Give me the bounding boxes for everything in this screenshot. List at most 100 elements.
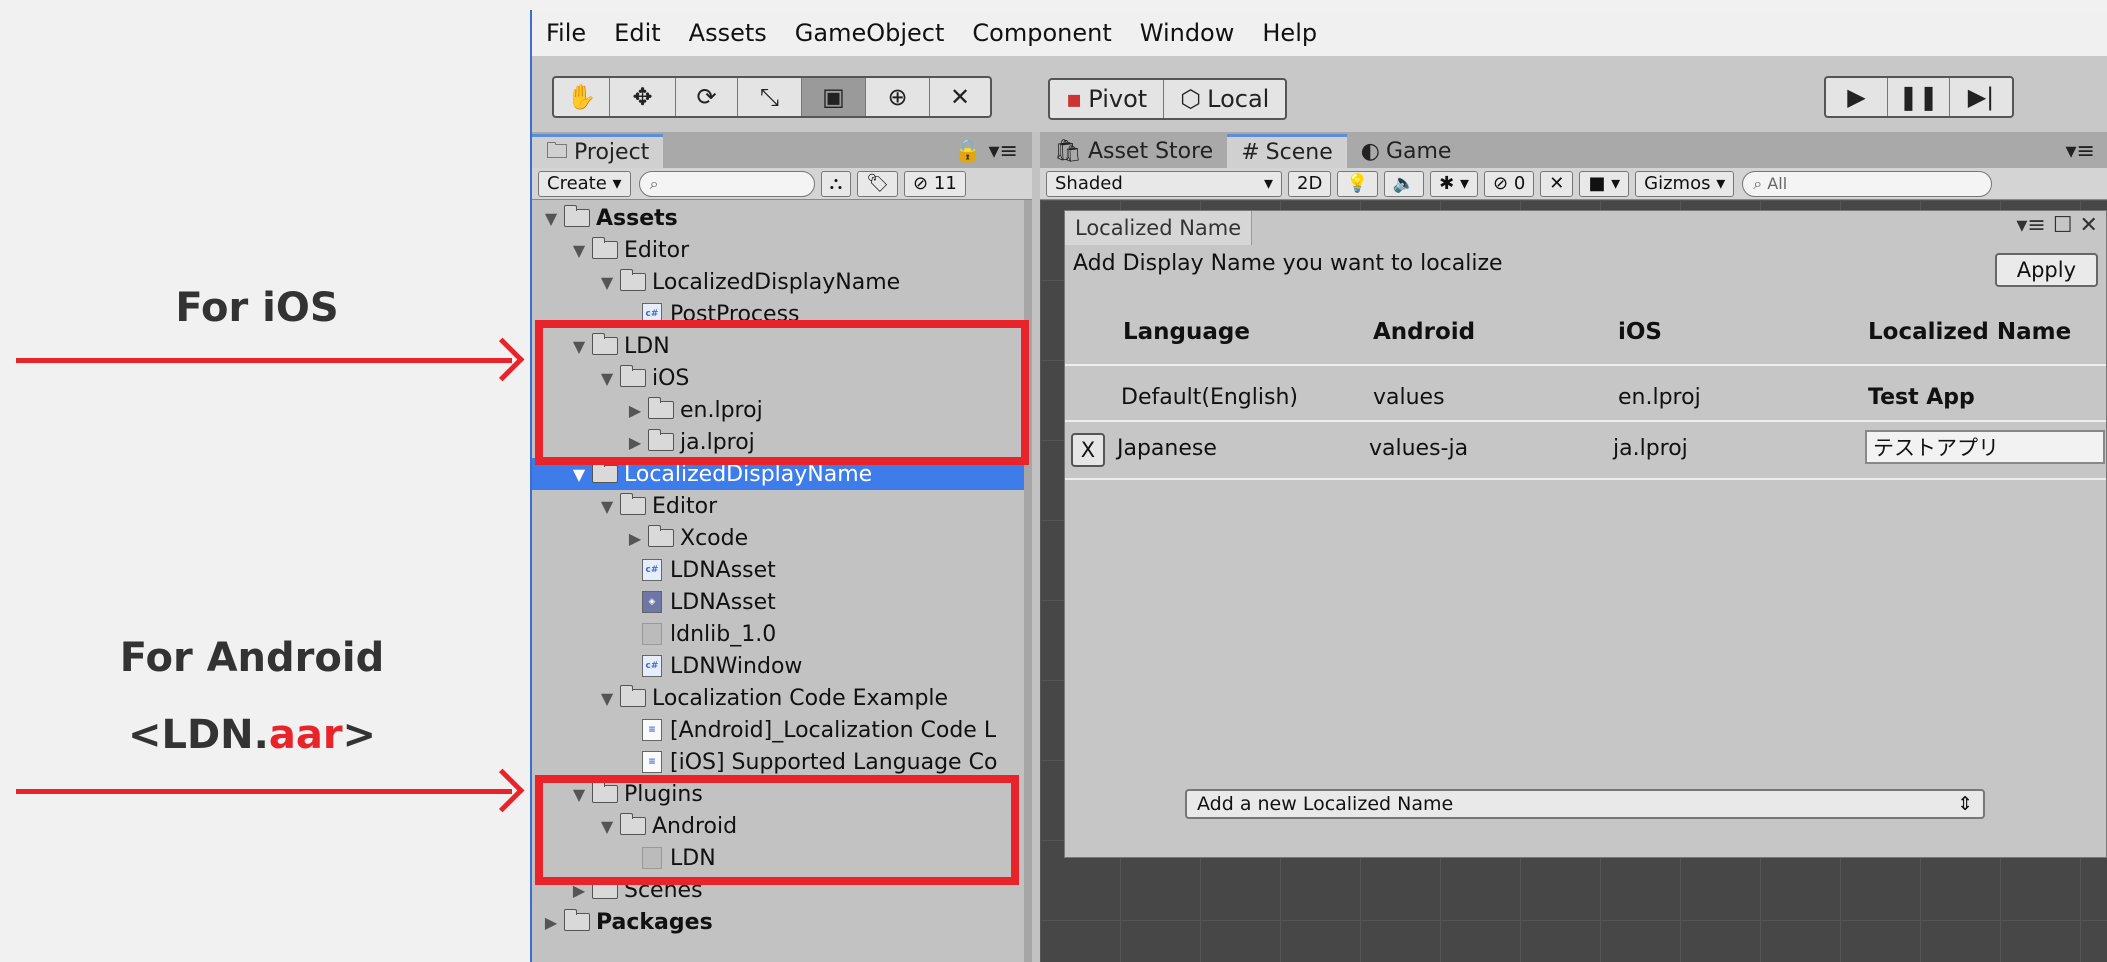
tree-row-localization-code-example[interactable]: ▼ Localization Code Example (532, 682, 1024, 714)
filter-type-icon[interactable]: ⛬ (820, 170, 852, 197)
tree-label: [iOS] Supported Language Co (670, 749, 998, 775)
localized-name-input[interactable]: テストアプリ (1865, 430, 2105, 464)
tree-label: Editor (652, 493, 718, 519)
collapse-arrow-icon[interactable]: ▶ (542, 913, 560, 932)
menu-assets[interactable]: Assets (689, 19, 767, 47)
add-localized-name-dropdown[interactable]: Add a new Localized Name ⇕ (1185, 789, 1985, 819)
menu-window[interactable]: Window (1140, 19, 1235, 47)
tab-game[interactable]: ◐ Game (1347, 134, 1466, 168)
expand-arrow-icon[interactable]: ▼ (570, 241, 588, 260)
tree-row-android-localization-code[interactable]: ≡ [Android]_Localization Code L (532, 714, 1024, 746)
shading-mode-dropdown[interactable]: Shaded ▾ (1046, 170, 1282, 197)
tree-row-packages[interactable]: ▶ Packages (532, 906, 1024, 938)
hand-icon[interactable]: ✋ (554, 78, 610, 116)
menu-component[interactable]: Component (972, 19, 1111, 47)
tree-row-ldnwindow[interactable]: c# LDNWindow (532, 650, 1024, 682)
header-divider (1065, 364, 2106, 366)
folder-icon (592, 237, 618, 259)
rotate-icon[interactable]: ⟳ (676, 78, 738, 116)
row-1-android: values-ja (1369, 436, 1469, 461)
window-controls-icon[interactable]: ▾≡ ☐ ✕ (2016, 213, 2098, 238)
expand-arrow-icon[interactable]: ▼ (598, 689, 616, 708)
tree-row-ldnlib[interactable]: ldnlib_1.0 (532, 618, 1024, 650)
pause-icon[interactable]: ❚❚ (1888, 78, 1950, 116)
local-icon: ⬡ (1180, 85, 1202, 113)
folder-icon (564, 205, 590, 227)
tree-row-editor[interactable]: ▼ Editor (532, 234, 1024, 266)
add-dropdown-label: Add a new Localized Name (1197, 793, 1454, 815)
library-icon (642, 623, 662, 645)
pivot-button[interactable]: ▪ Pivot (1050, 80, 1165, 118)
game-tab-label: Game (1385, 138, 1452, 164)
2d-toggle-button[interactable]: 2D (1288, 170, 1332, 197)
menu-help[interactable]: Help (1262, 19, 1317, 47)
tree-row-localizeddisplayname[interactable]: ▼ LocalizedDisplayName (532, 266, 1024, 298)
effects-icon[interactable]: ✱ ▾ (1430, 170, 1478, 197)
android-arrow (16, 789, 512, 794)
tree-label: Assets (596, 205, 678, 231)
expand-arrow-icon[interactable]: ▼ (598, 273, 616, 292)
search-icon: ⌕ (649, 173, 659, 193)
step-icon[interactable]: ▶| (1950, 78, 2012, 116)
tab-project[interactable]: 🗀 Project (532, 134, 664, 168)
menu-edit[interactable]: Edit (614, 19, 660, 47)
expand-arrow-icon[interactable]: ▼ (598, 497, 616, 516)
audio-icon[interactable]: 🔈 (1383, 170, 1425, 197)
row-0-localized-name: Test App (1868, 385, 1975, 410)
tree-label: Xcode (680, 525, 749, 551)
custom-tool-icon[interactable]: ✕ (930, 78, 990, 116)
create-button[interactable]: Create ▾ (538, 170, 631, 197)
remove-row-button[interactable]: X (1071, 433, 1105, 467)
tree-row-xcode[interactable]: ▶ Xcode (532, 522, 1024, 554)
lock-icon[interactable]: 🔒 ▾≡ (940, 134, 1032, 168)
play-icon[interactable]: ▶ (1826, 78, 1888, 116)
tree-row-ldnasset-asset[interactable]: ◈ LDNAsset (532, 586, 1024, 618)
tree-row-ios-supported-language[interactable]: ≡ [iOS] Supported Language Co (532, 746, 1024, 778)
tree-row-assets[interactable]: ▼ Assets (532, 202, 1024, 234)
project-search-input[interactable]: ⌕ (638, 170, 815, 197)
menu-bar: File Edit Assets GameObject Component Wi… (532, 10, 2107, 56)
scene-tab-bar: 🛍 Asset Store # Scene ◐ Game ▾≡ (1040, 132, 2107, 168)
game-icon: ◐ (1360, 138, 1380, 164)
tree-row-ldnasset-script[interactable]: c# LDNAsset (532, 554, 1024, 586)
folder-icon (592, 461, 618, 483)
scene-search-input[interactable]: ⌕ All (1742, 170, 1993, 197)
tab-asset-store[interactable]: 🛍 Asset Store (1040, 134, 1227, 168)
gizmos-dropdown[interactable]: Gizmos ▾ (1635, 170, 1735, 197)
hidden-packages-button[interactable]: ⊘ 11 (904, 170, 966, 197)
expand-arrow-icon[interactable]: ▼ (542, 209, 560, 228)
filter-label-icon[interactable]: 🏷 (857, 170, 899, 197)
tree-label: LDNAsset (670, 557, 776, 583)
scene-tab-label: Scene (1265, 140, 1333, 165)
menu-file[interactable]: File (546, 19, 586, 47)
folder-icon (648, 525, 674, 547)
local-button[interactable]: ⬡ Local (1164, 80, 1285, 118)
apply-button[interactable]: Apply (1994, 253, 2098, 287)
transform-icon[interactable]: ⊕ (866, 78, 930, 116)
tree-row-editor-2[interactable]: ▼ Editor (532, 490, 1024, 522)
collapse-arrow-icon[interactable]: ▶ (626, 529, 644, 548)
row-1-ios: ja.lproj (1613, 436, 1688, 461)
localized-name-window: Localized Name ▾≡ ☐ ✕ Add Display Name y… (1064, 210, 2107, 858)
2d-label: 2D (1297, 173, 1323, 194)
transform-tools: ✋ ✥ ⟳ ⤡ ▣ ⊕ ✕ (552, 76, 992, 118)
localized-name-tab[interactable]: Localized Name (1065, 211, 1253, 245)
asset-icon: ◈ (642, 591, 662, 613)
project-tab-bar: 🗀 Project 🔒 ▾≡ (532, 132, 1032, 168)
hidden-objects-button[interactable]: ⊘ 0 (1484, 170, 1535, 197)
camera-icon[interactable]: ■ ▾ (1579, 170, 1630, 197)
android-highlight-box (535, 775, 1019, 885)
tab-scene[interactable]: # Scene (1227, 134, 1347, 168)
folder-icon (620, 685, 646, 707)
menu-gameobject[interactable]: GameObject (795, 19, 945, 47)
move-icon[interactable]: ✥ (610, 78, 676, 116)
expand-arrow-icon[interactable]: ▼ (570, 465, 588, 484)
row-0-android: values (1373, 385, 1445, 410)
tools-icon[interactable]: ✕ (1540, 170, 1574, 197)
lighting-icon[interactable]: 💡 (1337, 170, 1378, 197)
scale-icon[interactable]: ⤡ (738, 78, 802, 116)
android-sub-highlight: aar (268, 712, 343, 758)
eye-off-icon: ⊘ (913, 173, 929, 194)
tab-menu-icon[interactable]: ▾≡ (2052, 134, 2107, 168)
rect-icon[interactable]: ▣ (802, 78, 866, 116)
